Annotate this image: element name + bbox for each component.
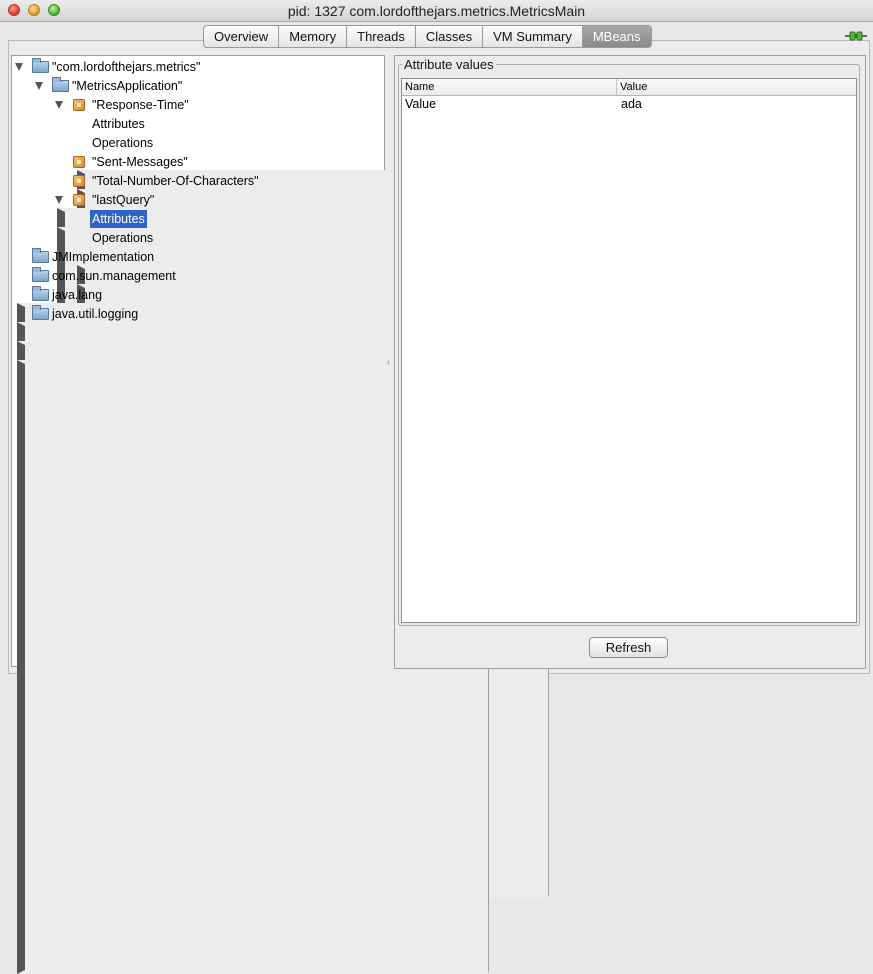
cell-attribute-name: Value: [405, 97, 437, 111]
tree-node-response-time[interactable]: "Response-Time": [12, 96, 382, 114]
tab-threads[interactable]: Threads: [347, 26, 416, 47]
tree-node-attributes-selected[interactable]: Attributes: [12, 210, 549, 879]
tab-vm-summary[interactable]: VM Summary: [483, 26, 583, 47]
bean-icon: [73, 175, 85, 187]
title-bar: pid: 1327 com.lordofthejars.metrics.Metr…: [0, 0, 873, 22]
tree-node-label: "Total-Number-Of-Characters": [92, 174, 259, 188]
tree-node-label: "MetricsApplication": [72, 79, 183, 93]
window-title: pid: 1327 com.lordofthejars.metrics.Metr…: [287, 3, 586, 19]
tab-overview[interactable]: Overview: [204, 26, 280, 47]
tree-node-label: "lastQuery": [92, 193, 155, 207]
bean-icon: [73, 99, 85, 111]
plug-icon[interactable]: [845, 30, 867, 42]
folder-icon: [32, 248, 49, 263]
table-row[interactable]: Value ada: [402, 96, 856, 113]
refresh-button[interactable]: Refresh: [589, 637, 668, 658]
expand-arrow-icon[interactable]: [55, 101, 63, 109]
tree-node-label: "com.lordofthejars.metrics": [52, 60, 201, 74]
mbean-tree[interactable]: "com.lordofthejars.metrics" "MetricsAppl…: [11, 55, 549, 974]
tree-node-total-number-of-characters[interactable]: "Total-Number-Of-Characters": [12, 172, 529, 841]
tab-classes[interactable]: Classes: [416, 26, 484, 47]
split-pane-divider[interactable]: ‹: [387, 357, 390, 367]
tree-node-label: Attributes: [90, 210, 147, 228]
tree-node-label: java.util.logging: [52, 307, 139, 321]
tab-mbeans[interactable]: MBeans: [582, 26, 651, 47]
bean-icon: [73, 194, 85, 206]
tree-node-label: com.sun.management: [52, 269, 176, 283]
tree-node-last-query[interactable]: "lastQuery": [12, 191, 382, 209]
tree-node-label: Operations: [92, 136, 154, 150]
table-header: Name Value: [402, 79, 856, 96]
tree-node-attributes[interactable]: Attributes: [12, 115, 549, 784]
tree-node-operations[interactable]: Operations: [12, 229, 549, 898]
folder-icon: [32, 286, 49, 301]
folder-icon: [32, 267, 49, 282]
tree-node-label: Operations: [92, 231, 154, 245]
folder-icon: [32, 58, 49, 73]
tree-node-label: Attributes: [92, 117, 145, 131]
tab-memory[interactable]: Memory: [279, 26, 348, 47]
attribute-table[interactable]: Name Value Value ada: [401, 78, 857, 623]
tab-bar: Overview Memory Threads Classes VM Summa…: [203, 25, 652, 48]
expand-arrow-icon[interactable]: [35, 82, 43, 90]
attribute-values-title: Attribute values: [402, 57, 496, 72]
tree-node-metrics-application[interactable]: "MetricsApplication": [12, 77, 382, 95]
tree-node-label: "Response-Time": [92, 98, 189, 112]
column-header-value[interactable]: Value: [617, 79, 856, 95]
tree-node-java-lang[interactable]: java.lang: [12, 286, 489, 955]
tree-node-java-util-logging[interactable]: java.util.logging: [12, 305, 489, 974]
tree-node-label: java.lang: [52, 288, 103, 302]
bean-icon: [73, 156, 85, 168]
tree-node-jmimplementation[interactable]: JMImplementation: [12, 248, 489, 917]
tree-node-label: JMImplementation: [52, 250, 155, 264]
tree-node-com-sun-management[interactable]: com.sun.management: [12, 267, 489, 936]
tree-node-label: "Sent-Messages": [92, 155, 188, 169]
expand-arrow-icon[interactable]: [55, 196, 63, 204]
tree-node-sent-messages[interactable]: "Sent-Messages": [12, 153, 529, 822]
folder-icon: [32, 305, 49, 320]
folder-icon: [52, 77, 69, 92]
tree-node-operations[interactable]: Operations: [12, 134, 549, 803]
cell-attribute-value[interactable]: ada: [618, 96, 642, 113]
tree-node-com-lordofthejars-metrics[interactable]: "com.lordofthejars.metrics": [12, 58, 382, 76]
expand-arrow-icon[interactable]: [15, 63, 23, 71]
column-header-name[interactable]: Name: [402, 79, 617, 95]
